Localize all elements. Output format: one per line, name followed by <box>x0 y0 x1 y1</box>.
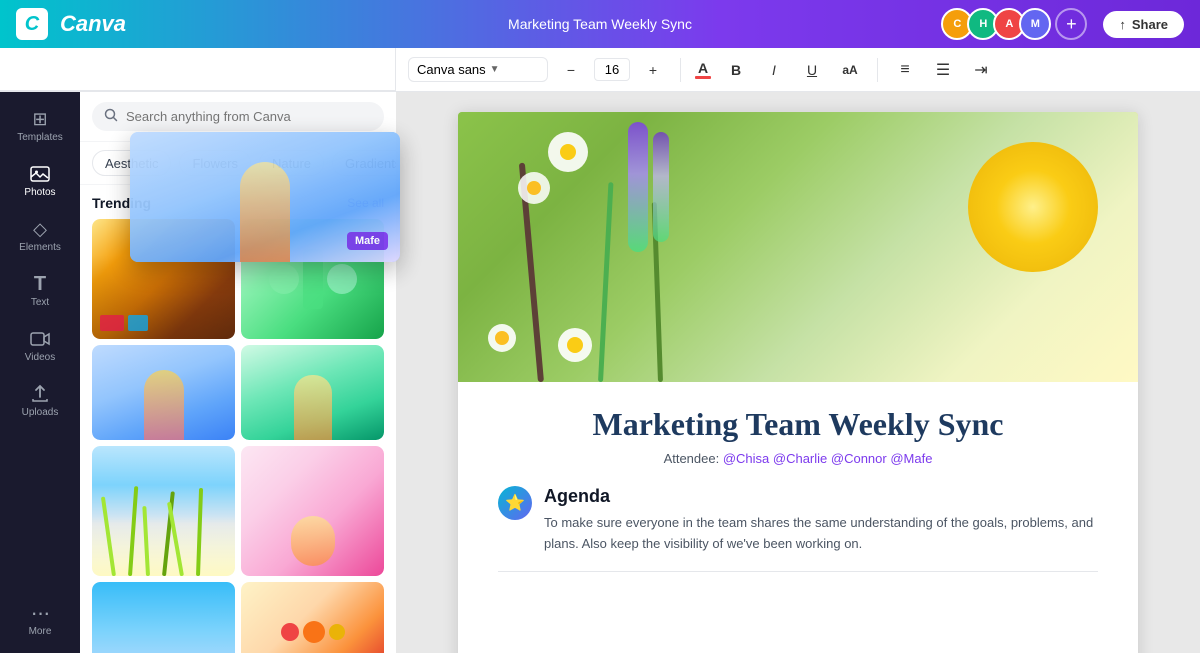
templates-icon: ⊞ <box>29 108 51 130</box>
photo-grid-row-2 <box>92 345 384 440</box>
avatar-4: M <box>1019 8 1051 40</box>
toolbar-row: Canva sans ▼ − + A B I U aA ≡ ☰ ⇥ <box>0 48 1200 92</box>
align-left-button[interactable]: ≡ <box>890 55 920 85</box>
document-attendee-line: Attendee: @Chisa @Charlie @Connor @Mafe <box>498 451 1098 466</box>
drag-overlay-photo[interactable]: Mafe <box>130 132 400 262</box>
section-divider <box>498 571 1098 572</box>
sidebar-item-templates[interactable]: ⊞ Templates <box>8 100 72 151</box>
bold-button[interactable]: B <box>721 55 751 85</box>
photo-item-grass[interactable] <box>92 446 235 576</box>
sidebar-item-elements[interactable]: ◇ Elements <box>8 210 72 261</box>
photo-item-woman-1[interactable] <box>92 345 235 440</box>
photo-item-sky[interactable] <box>92 582 235 653</box>
elements-icon: ◇ <box>29 218 51 240</box>
search-input-wrap <box>92 102 384 131</box>
indent-button[interactable]: ⇥ <box>966 55 996 85</box>
sidebar-item-photos[interactable]: Photos <box>8 155 72 206</box>
sidebar-item-uploads[interactable]: Uploads <box>8 375 72 426</box>
more-icon: ··· <box>29 602 51 624</box>
share-icon: ↑ <box>1119 17 1126 32</box>
avatar-group: C H A M + <box>941 8 1087 40</box>
italic-button[interactable]: I <box>759 55 789 85</box>
text-case-button[interactable]: aA <box>835 55 865 85</box>
chevron-down-icon: ▼ <box>490 64 500 75</box>
mafe-badge: Mafe <box>347 232 388 250</box>
font-family-select[interactable]: Canva sans ▼ <box>408 57 548 82</box>
photo-grid-row-4 <box>92 582 384 653</box>
agenda-title: Agenda <box>544 486 1098 507</box>
photo-item-yoga[interactable] <box>241 446 384 576</box>
sidebar: ⊞ Templates Photos ◇ Elements T Text <box>0 92 80 653</box>
canvas-document: Marketing Team Weekly Sync Attendee: @Ch… <box>458 112 1138 653</box>
sidebar-item-text[interactable]: T Text <box>8 265 72 316</box>
document-title-text: Marketing Team Weekly Sync <box>498 406 1098 443</box>
document-header-image <box>458 112 1138 382</box>
toolbar-separator-2 <box>877 58 878 82</box>
align-list-button[interactable]: ☰ <box>928 55 958 85</box>
add-collaborator-button[interactable]: + <box>1055 8 1087 40</box>
search-input[interactable] <box>126 109 372 124</box>
agenda-section: ⭐ Agenda To make sure everyone in the te… <box>498 486 1098 555</box>
toolbar-left-spacer <box>0 48 396 91</box>
agenda-content: Agenda To make sure everyone in the team… <box>544 486 1098 555</box>
photos-icon <box>29 163 51 185</box>
font-size-input[interactable] <box>594 58 630 81</box>
photo-item-woman-2[interactable] <box>241 345 384 440</box>
share-button[interactable]: ↑ Share <box>1103 11 1184 38</box>
header-right: C H A M + ↑ Share <box>941 8 1184 40</box>
underline-button[interactable]: U <box>797 55 827 85</box>
font-size-increase-button[interactable]: + <box>638 55 668 85</box>
font-color-button[interactable]: A <box>693 58 713 81</box>
top-header: C Canva Marketing Team Weekly Sync C H A… <box>0 0 1200 48</box>
canvas-area: Marketing Team Weekly Sync Attendee: @Ch… <box>396 92 1200 653</box>
document-title: Marketing Team Weekly Sync <box>508 16 692 32</box>
photo-item-food-2[interactable] <box>241 582 384 653</box>
canva-logo-text: Canva <box>60 11 126 37</box>
search-icon <box>104 108 118 125</box>
sidebar-item-videos[interactable]: Videos <box>8 320 72 371</box>
sidebar-item-more[interactable]: ··· More <box>8 594 72 645</box>
main-layout: ⊞ Templates Photos ◇ Elements T Text <box>0 92 1200 653</box>
videos-icon <box>29 328 51 350</box>
toolbar: Canva sans ▼ − + A B I U aA ≡ ☰ ⇥ <box>396 48 1200 92</box>
font-color-bar <box>695 76 711 79</box>
photo-grid-row-3 <box>92 446 384 576</box>
uploads-icon <box>29 383 51 405</box>
canva-logo-icon: C <box>16 8 48 40</box>
document-content: Marketing Team Weekly Sync Attendee: @Ch… <box>458 382 1138 604</box>
agenda-icon: ⭐ <box>498 486 532 520</box>
font-size-decrease-button[interactable]: − <box>556 55 586 85</box>
agenda-body: To make sure everyone in the team shares… <box>544 513 1098 555</box>
text-icon: T <box>29 273 51 295</box>
toolbar-separator-1 <box>680 58 681 82</box>
